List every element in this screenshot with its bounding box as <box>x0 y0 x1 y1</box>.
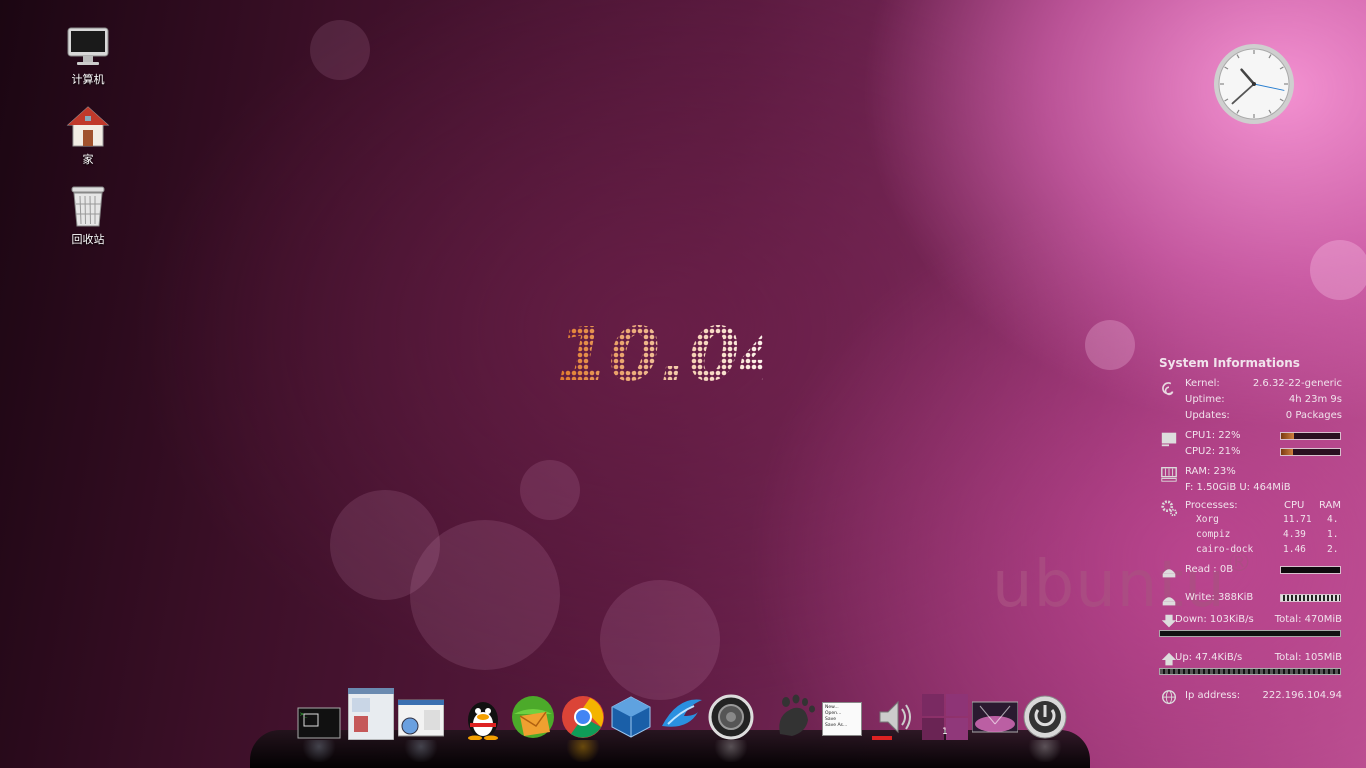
gnome-foot-icon <box>779 694 815 736</box>
process-row: compiz 4.39 1. <box>1157 527 1347 542</box>
show-desktop-icon <box>971 701 1019 733</box>
uptime-label: Uptime: <box>1185 394 1225 405</box>
home-icon <box>48 104 128 148</box>
desktop-icon-label: 家 <box>82 153 94 166</box>
desktop-icon-label: 回收站 <box>71 233 105 246</box>
messenger-bird-icon <box>662 699 702 727</box>
process-row: cairo-dock 1.46 2. <box>1157 542 1347 557</box>
desktop-icon-label: 计算机 <box>71 73 105 86</box>
menu-item: Save As... <box>825 723 848 728</box>
cpu1-bar <box>1280 432 1341 440</box>
trash-icon <box>48 184 128 228</box>
version-text: 10.04 <box>557 312 763 390</box>
ip-address-label: Ip address: <box>1185 690 1241 701</box>
file-manager-icon <box>347 687 395 741</box>
dock-item-document-viewer[interactable] <box>397 694 445 740</box>
dock-reflection <box>296 740 342 762</box>
process-cpu: 11.71 <box>1283 514 1312 525</box>
qq-penguin-icon <box>468 702 498 741</box>
bokeh-light <box>520 460 580 520</box>
dock-item-terminal[interactable]: >_ <box>296 694 342 740</box>
bokeh-light <box>410 520 560 670</box>
download-speed: Down: 103KiB/s <box>1175 614 1254 625</box>
sysinfo-title: System Informations <box>1159 356 1300 370</box>
updates-label: Updates: <box>1185 410 1230 421</box>
disk-write-icon <box>1162 597 1176 606</box>
bokeh-light <box>1085 320 1135 370</box>
dock-item-workspace-switcher[interactable]: 1 <box>922 694 968 740</box>
mail-client-icon <box>512 696 554 738</box>
dock-reflection <box>708 740 754 762</box>
kernel-label: Kernel: <box>1185 378 1220 389</box>
bokeh-light <box>1310 240 1366 300</box>
ram-label: RAM: 23% <box>1185 466 1236 477</box>
analog-clock <box>1214 44 1294 124</box>
process-cpu: 1.46 <box>1283 544 1306 555</box>
file-menu-preview: New... Open... Save Save As... <box>822 702 862 736</box>
globe-icon <box>1162 690 1176 705</box>
process-row: Xorg 11.71 4. <box>1157 512 1347 527</box>
dock-reflection <box>1022 740 1068 762</box>
disk-read-label: Read : 0B <box>1185 564 1234 575</box>
workspace-number-badge: 1 <box>942 727 948 737</box>
uptime-value: 4h 23m 9s <box>1288 394 1342 405</box>
upload-speed: Up: 47.4KiB/s <box>1175 652 1243 663</box>
kernel-value: 2.6.32-22-generic <box>1252 378 1342 389</box>
disk-write-bar <box>1280 594 1341 602</box>
dock-item-shutdown[interactable] <box>1022 694 1068 740</box>
dock-item-mail[interactable] <box>510 694 556 740</box>
bokeh-light <box>600 580 720 700</box>
clock-widget[interactable] <box>1213 43 1295 125</box>
process-ram: 2. <box>1327 544 1339 555</box>
dock-item-screenshot[interactable] <box>708 694 754 740</box>
document-viewer-icon <box>397 699 445 737</box>
download-total: Total: 470MiB <box>1274 614 1342 625</box>
dock-item-chrome[interactable] <box>560 694 606 740</box>
dock-reflection <box>560 740 606 762</box>
cpu2-bar <box>1280 448 1341 456</box>
wallpaper-version: 10.04 <box>553 310 791 398</box>
bokeh-light <box>310 20 370 80</box>
download-graph <box>1159 630 1341 637</box>
terminal-icon: >_ <box>297 707 341 739</box>
cpu1-label: CPU1: 22% <box>1185 430 1241 441</box>
ip-address-value: 222.196.104.94 <box>1262 690 1342 701</box>
dock-item-volume[interactable] <box>872 694 918 740</box>
dock-item-file-menu[interactable]: New... Open... Save Save As... <box>822 694 868 740</box>
desktop-icon-trash[interactable]: 回收站 <box>48 184 128 247</box>
desktop-icon-home[interactable]: 家 <box>48 104 128 167</box>
disk-write-label: Write: 388KiB <box>1185 592 1254 603</box>
disk-read-icon <box>1162 569 1176 578</box>
upload-graph <box>1159 668 1341 675</box>
cairo-dock: >_ New... Open... Save Save As... 1 <box>250 686 1090 768</box>
dock-item-file-manager[interactable] <box>347 687 395 741</box>
virtualbox-icon <box>611 696 651 738</box>
process-name: Xorg <box>1196 514 1219 525</box>
volume-speaker-icon <box>872 700 911 740</box>
desktop-icon-computer[interactable]: 计算机 <box>48 24 128 87</box>
process-cpu: 4.39 <box>1283 529 1306 540</box>
process-name: compiz <box>1196 529 1231 540</box>
process-name: cairo-dock <box>1196 544 1254 555</box>
screenshot-camera-icon <box>708 694 754 740</box>
dock-item-qq[interactable] <box>460 694 506 741</box>
dock-item-show-desktop[interactable] <box>971 694 1019 740</box>
ram-detail: F: 1.50GiB U: 464MiB <box>1185 482 1291 493</box>
system-info-panel: System Informations Kernel: 2.6.32-22-ge… <box>1157 356 1347 706</box>
power-icon <box>1023 695 1067 739</box>
computer-icon <box>48 24 128 68</box>
cpu2-label: CPU2: 21% <box>1185 446 1241 457</box>
dock-item-gnome[interactable] <box>772 694 818 740</box>
updates-value: 0 Packages <box>1285 410 1342 421</box>
chrome-icon <box>562 696 604 738</box>
svg-text:>_: >_ <box>300 711 308 718</box>
dock-item-virtualbox[interactable] <box>608 694 654 740</box>
dock-reflection <box>398 740 444 762</box>
process-ram: 1. <box>1327 529 1339 540</box>
dock-item-messenger[interactable] <box>658 694 704 740</box>
upload-total: Total: 105MiB <box>1274 652 1342 663</box>
disk-read-bar <box>1280 566 1341 574</box>
process-ram: 4. <box>1327 514 1339 525</box>
